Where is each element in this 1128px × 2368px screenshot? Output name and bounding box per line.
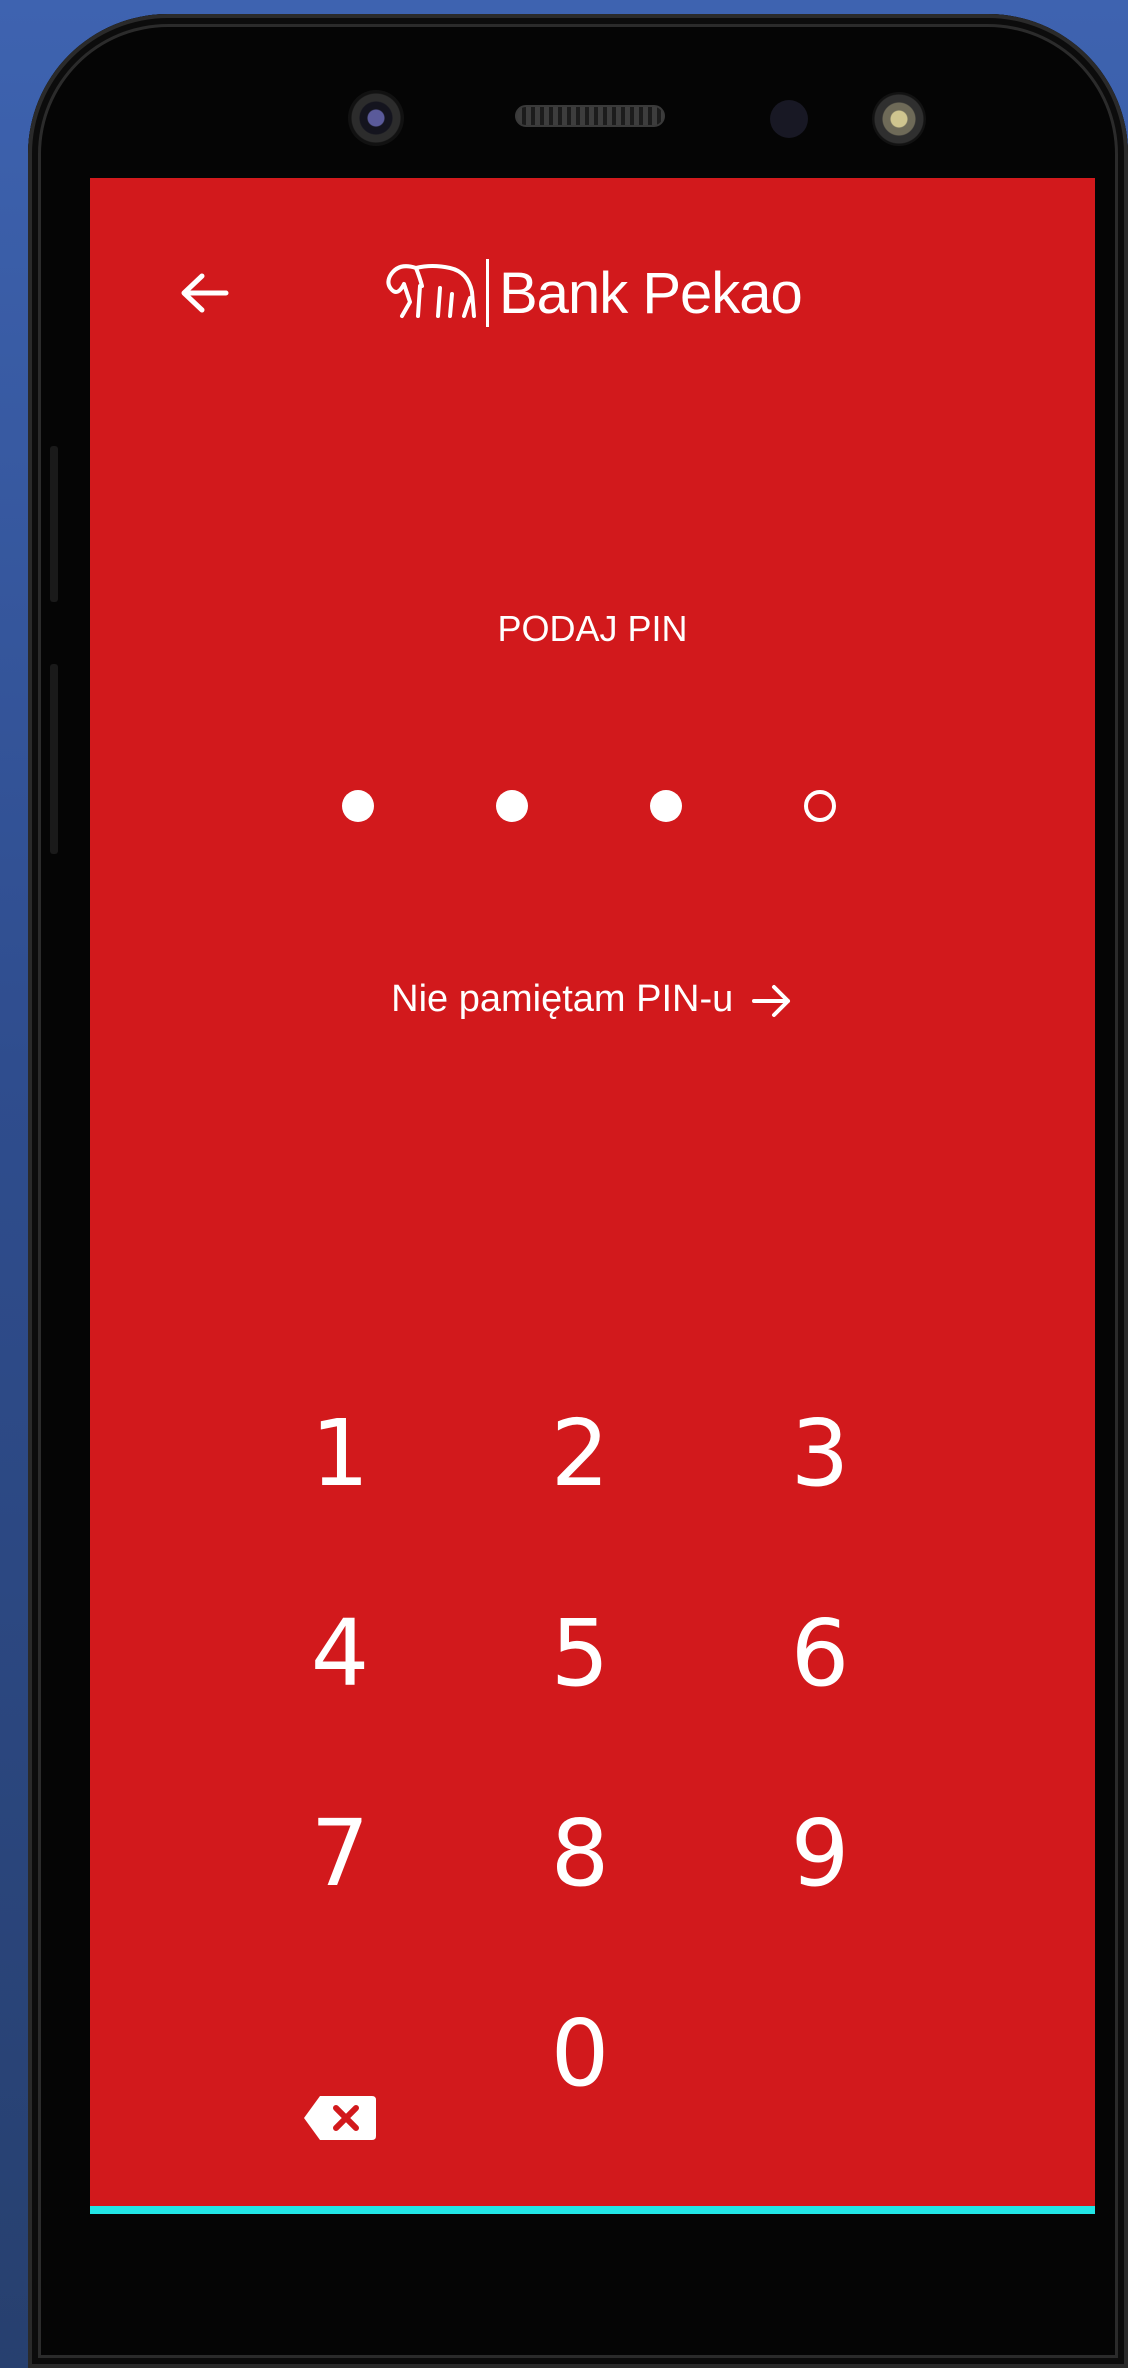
key-2[interactable]: 2 (480, 1378, 680, 1528)
app-screen: Bank Pekao PODAJ PIN Nie pamiętam PIN-u … (90, 178, 1095, 2213)
key-3[interactable]: 3 (720, 1378, 920, 1528)
key-7[interactable]: 7 (240, 1778, 440, 1928)
brand-name: Bank Pekao (499, 260, 803, 326)
forgot-pin-label: Nie pamiętam PIN-u (391, 978, 734, 1020)
bank-logo: Bank Pekao (380, 248, 803, 338)
power-button (50, 664, 58, 854)
pin-dot (342, 790, 374, 822)
pin-prompt: PODAJ PIN (497, 608, 688, 649)
backspace-icon[interactable] (300, 2078, 380, 2158)
pin-dot (650, 790, 682, 822)
screen-bottom-edge (90, 2206, 1095, 2214)
forgot-pin-link[interactable]: Nie pamiętam PIN-u (90, 978, 1095, 1021)
pin-indicator (90, 790, 1095, 826)
proximity-sensor (770, 100, 808, 138)
front-flash (872, 92, 926, 146)
earpiece-speaker (515, 105, 665, 127)
key-0[interactable]: 0 (480, 1978, 680, 2128)
key-6[interactable]: 6 (720, 1578, 920, 1728)
volume-button (50, 446, 58, 602)
bison-icon (386, 264, 476, 318)
logo-divider (486, 259, 489, 327)
back-arrow-icon[interactable] (170, 258, 240, 328)
key-5[interactable]: 5 (480, 1578, 680, 1728)
key-9[interactable]: 9 (720, 1778, 920, 1928)
key-8[interactable]: 8 (480, 1778, 680, 1928)
pin-dot (804, 790, 836, 822)
key-4[interactable]: 4 (240, 1578, 440, 1728)
key-1[interactable]: 1 (240, 1378, 440, 1528)
pin-dot (496, 790, 528, 822)
front-camera (348, 90, 404, 146)
arrow-right-icon (751, 984, 790, 1017)
